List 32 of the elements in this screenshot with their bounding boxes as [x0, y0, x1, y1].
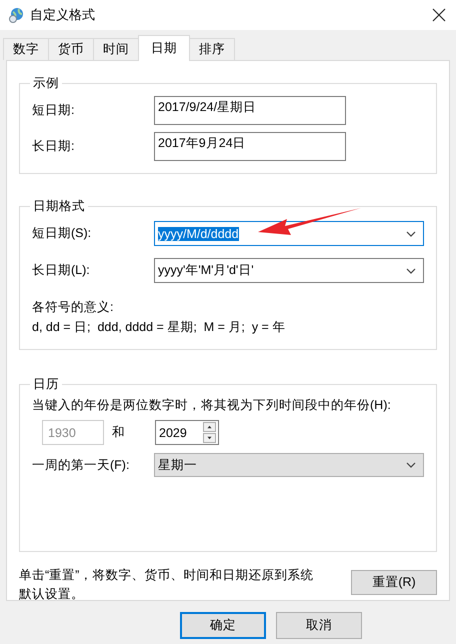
chevron-down-icon[interactable] — [406, 268, 416, 274]
field-label: 长日期(L): — [32, 262, 91, 279]
two-digit-year-label: 当键入的年份是两位数字时，将其视为下列时间段中的年份(H): — [32, 397, 392, 414]
tab[interactable]: 数字 — [3, 38, 49, 60]
symbols-text: d, dd = 日; ddd, dddd = 星期; M = 月; y = 年 — [32, 319, 286, 336]
group-title: 日期格式 — [32, 198, 86, 215]
and-label: 和 — [111, 424, 126, 441]
close-icon[interactable] — [432, 8, 446, 22]
example-field: 2017年9月24日 — [154, 132, 346, 161]
format-combo[interactable]: yyyy'年'M'月'd'日' — [154, 258, 424, 283]
reset-button[interactable]: 重置(R) — [351, 570, 437, 595]
group-title: 示例 — [32, 75, 60, 92]
chevron-down-icon[interactable] — [406, 230, 416, 236]
window-title: 自定义格式 — [30, 6, 96, 24]
spin-down-icon[interactable] — [203, 433, 216, 443]
to-year-spinner[interactable]: 2029 — [155, 420, 219, 445]
field-label: 短日期(S): — [32, 225, 92, 242]
dialog-button[interactable]: 确定 — [180, 612, 266, 639]
group-title: 日历 — [32, 376, 60, 393]
field-label: 长日期: — [32, 138, 76, 155]
reset-note: 单击“重置”，将数字、货币、时间和日期还原到系统默认设置。 — [19, 567, 314, 603]
tab[interactable]: 日期 — [138, 35, 190, 61]
first-day-dropdown[interactable]: 星期一 — [154, 453, 424, 477]
example-field: 2017/9/24/星期日 — [154, 96, 346, 125]
spin-up-icon[interactable] — [203, 422, 216, 432]
globe-icon — [8, 7, 24, 23]
dialog-button[interactable]: 取消 — [276, 612, 362, 639]
symbols-title: 各符号的意义: — [32, 299, 114, 316]
field-label: 短日期: — [32, 102, 76, 119]
chevron-down-icon[interactable] — [406, 462, 416, 468]
field-label: 一周的第一天(F): — [32, 456, 130, 474]
tab[interactable]: 排序 — [189, 38, 235, 60]
